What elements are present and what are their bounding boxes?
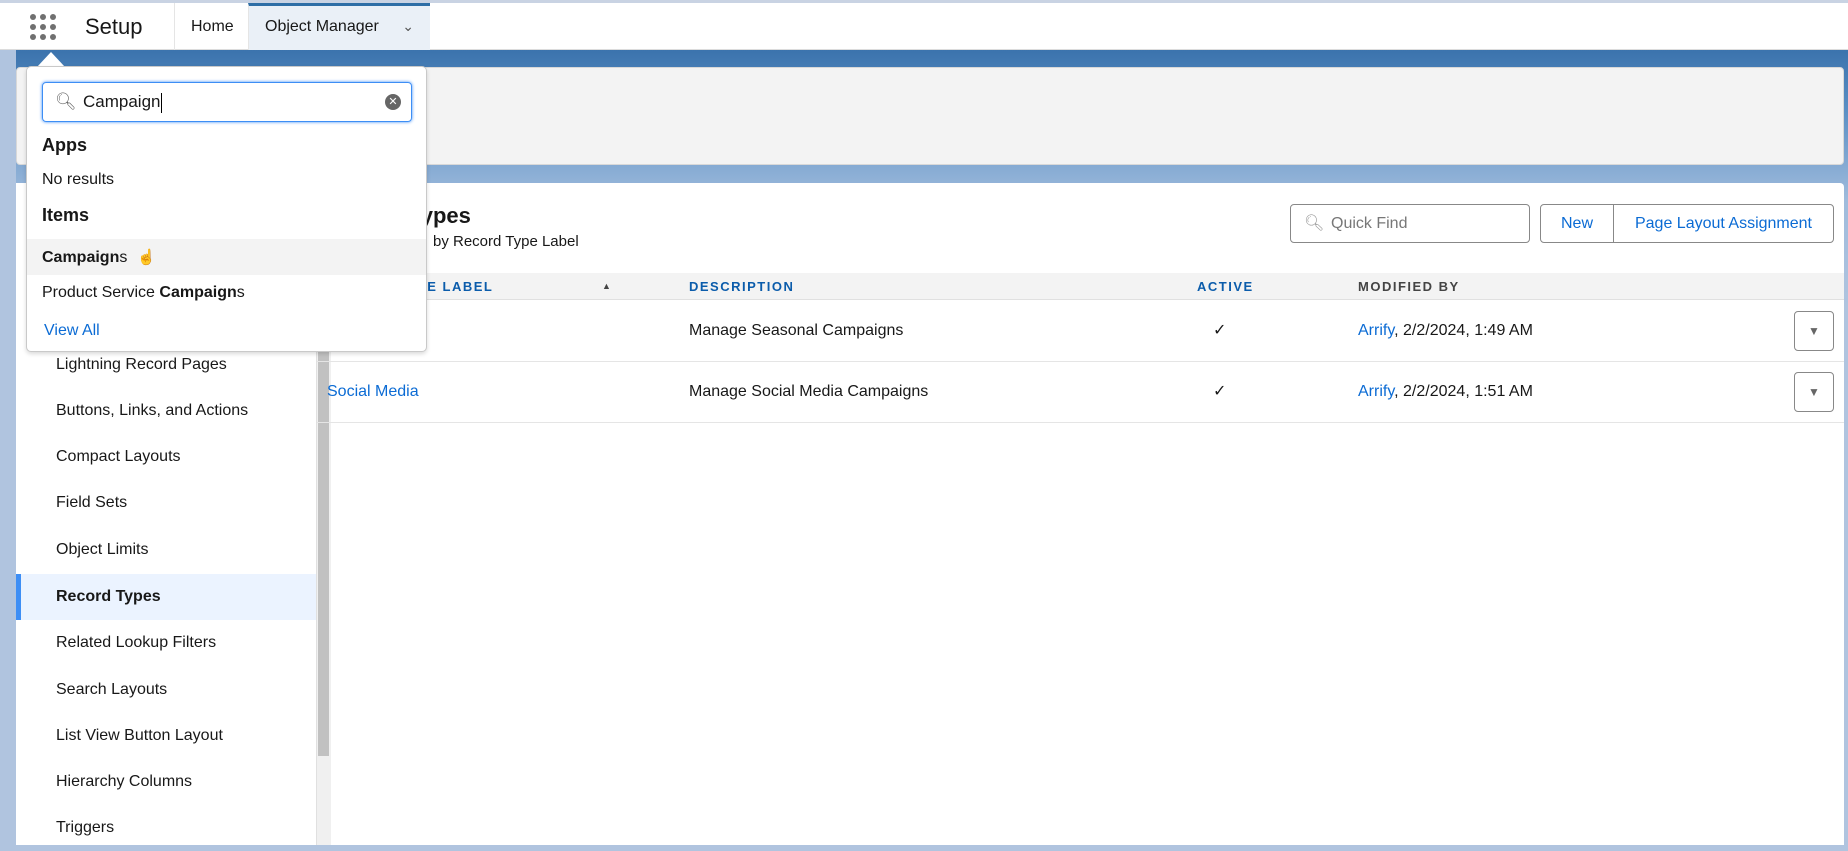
row-actions-button[interactable]: ▼ [1794, 372, 1834, 412]
description-cell: Manage Seasonal Campaigns [689, 322, 904, 339]
rest-text: s [236, 284, 245, 301]
text-cursor [160, 92, 162, 113]
sidebar-item-search-layouts[interactable]: Search Layouts [16, 667, 316, 713]
description-cell: Manage Social Media Campaigns [689, 383, 929, 400]
user-link[interactable]: Arrify [1358, 383, 1394, 400]
modified-by-cell: Arrify, 2/2/2024, 1:51 AM [1358, 362, 1533, 422]
sidebar-item-record-types[interactable]: Record Types [16, 574, 316, 620]
table-row: Manage Seasonal Campaigns ✓ Arrify, 2/2/… [317, 301, 1844, 362]
app-launcher-icon[interactable] [30, 14, 56, 40]
sidebar-item-buttons-links-actions[interactable]: Buttons, Links, and Actions [16, 388, 316, 434]
quick-find-input[interactable]: 🔍︎ Quick Find [1290, 204, 1530, 243]
caret-down-icon: ▼ [1808, 324, 1820, 338]
prefix-text: Product Service [42, 284, 160, 301]
quick-find-placeholder: Quick Find [1331, 215, 1408, 232]
hand-cursor-icon: ☝ [137, 249, 157, 266]
result-campaigns[interactable]: Campaigns ☝ [42, 248, 156, 267]
match-text: Campaign [159, 284, 237, 301]
modified-date: , 2/2/2024, 1:49 AM [1394, 322, 1533, 339]
record-types-content: Record Types by Record Type Label 🔍︎Quic… [316, 183, 1844, 845]
sidebar-item-hierarchy-columns[interactable]: Hierarchy Columns [16, 759, 316, 805]
apps-no-results: No results [42, 171, 115, 188]
setup-search-dropdown: 🔍︎ Campaign ✕ Apps No results Items Camp… [26, 66, 427, 352]
global-nav: Setup Home Object Manager ⌄ [0, 3, 1848, 50]
modified-date: , 2/2/2024, 1:51 AM [1394, 383, 1533, 400]
new-button[interactable]: New [1540, 204, 1614, 243]
sidebar-item-compact-layouts[interactable]: Compact Layouts [16, 434, 316, 480]
tab-label: Object Manager [265, 18, 379, 35]
app-name: Setup [85, 14, 143, 39]
clear-icon[interactable]: ✕ [385, 94, 401, 110]
sidebar-item-related-lookup-filters[interactable]: Related Lookup Filters [16, 620, 316, 666]
row-actions-button[interactable]: ▼ [1794, 311, 1834, 351]
match-text: Campaign [42, 249, 120, 266]
sidebar-item-object-limits[interactable]: Object Limits [16, 527, 316, 573]
chevron-down-icon[interactable]: ⌄ [402, 6, 414, 47]
sort-ascending-icon[interactable]: ▲ [602, 273, 611, 300]
checkmark-icon: ✓ [1213, 383, 1227, 400]
user-link[interactable]: Arrify [1358, 322, 1394, 339]
items-heading: Items [42, 205, 90, 225]
checkmark-icon: ✓ [1213, 322, 1227, 339]
page-subtitle: by Record Type Label [433, 233, 579, 250]
sidebar-item-field-sets[interactable]: Field Sets [16, 480, 316, 526]
table-row: Social Media Manage Social Media Campaig… [317, 362, 1844, 423]
rest-text: s [119, 249, 128, 266]
sidebar-item-list-view-button-layout[interactable]: List View Button Layout [16, 713, 316, 759]
record-type-label-link[interactable]: Social Media [327, 362, 419, 422]
column-header-modified-by: MODIFIED BY [1358, 279, 1460, 294]
apps-heading: Apps [42, 135, 87, 155]
tab-object-manager[interactable]: Object Manager ⌄ [248, 3, 430, 50]
sidebar-item-triggers[interactable]: Triggers [16, 805, 316, 851]
tab-home[interactable]: Home [174, 3, 248, 50]
setup-search-input[interactable]: 🔍︎ Campaign ✕ [42, 82, 412, 122]
column-header-active[interactable]: ACTIVE [1197, 273, 1254, 300]
search-value: Campaign [83, 92, 161, 111]
view-all-link[interactable]: View All [44, 322, 100, 340]
modified-by-cell: Arrify, 2/2/2024, 1:49 AM [1358, 301, 1533, 361]
result-product-service-campaigns[interactable]: Product Service Campaigns [42, 284, 245, 302]
search-icon: 🔍︎ [55, 92, 77, 111]
search-icon: 🔍︎ [1304, 215, 1325, 232]
dropdown-pointer [37, 52, 65, 67]
column-header-description[interactable]: DESCRIPTION [689, 273, 794, 300]
caret-down-icon: ▼ [1808, 385, 1820, 399]
table-header: RECORD TYPE LABEL ▲ DESCRIPTION ACTIVE M… [317, 273, 1844, 300]
page-layout-assignment-button[interactable]: Page Layout Assignment [1613, 204, 1834, 243]
